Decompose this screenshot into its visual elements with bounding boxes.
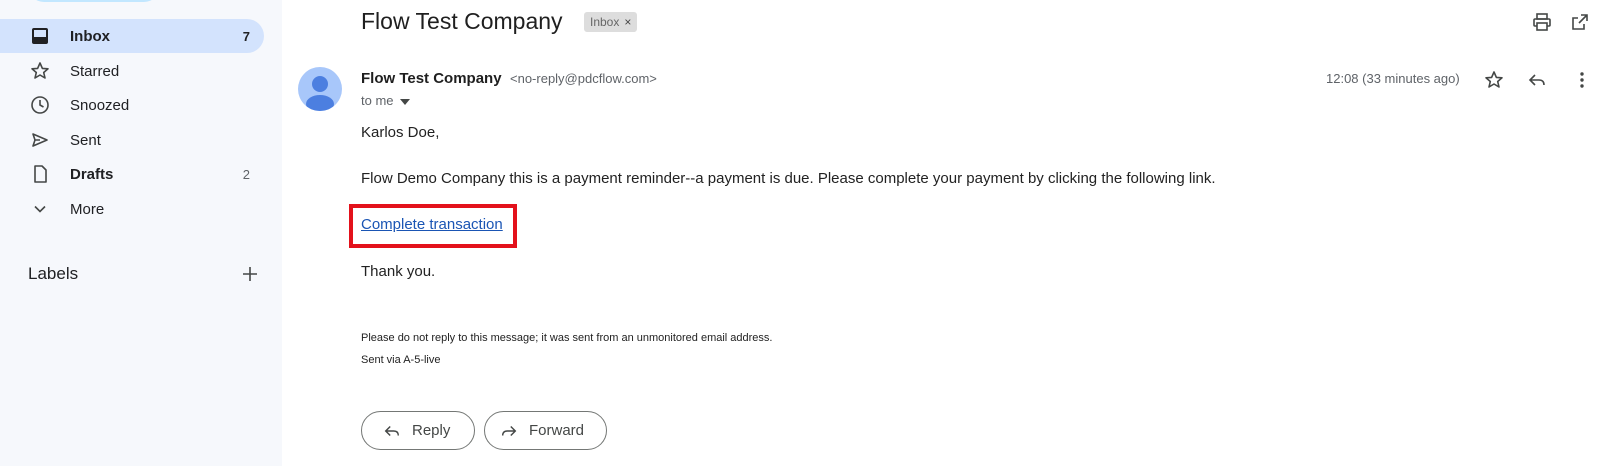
plus-icon[interactable] <box>240 264 260 284</box>
reply-icon <box>382 421 402 441</box>
complete-transaction-link[interactable]: Complete transaction <box>361 216 503 233</box>
recipient-label: to me <box>361 93 394 108</box>
email-footer-sent-via: Sent via A-5-live <box>361 354 441 366</box>
sidebar-item-label: Starred <box>70 62 120 80</box>
draft-count: 2 <box>242 166 250 182</box>
sidebar-item-starred[interactable]: Starred <box>0 54 264 88</box>
send-icon <box>30 130 50 150</box>
sender-name: Flow Test Company <box>361 70 502 87</box>
timestamp: 12:08 (33 minutes ago) <box>1326 71 1460 86</box>
email-paragraph: Flow Demo Company this is a payment remi… <box>361 170 1216 187</box>
sidebar: Inbox 7 Starred Snoozed Sent Drafts 2 Mo… <box>0 0 282 466</box>
labels-section: Labels <box>28 262 260 286</box>
sidebar-item-label: Snoozed <box>70 96 130 114</box>
labels-title: Labels <box>28 264 79 283</box>
inbox-icon <box>30 26 50 46</box>
avatar[interactable] <box>298 67 342 111</box>
compose-button[interactable] <box>28 0 160 2</box>
forward-icon <box>499 421 519 441</box>
star-icon[interactable] <box>1482 68 1506 92</box>
sidebar-item-drafts[interactable]: Drafts 2 <box>0 157 264 191</box>
star-icon <box>30 61 50 81</box>
unread-count: 7 <box>242 28 250 44</box>
more-options-icon[interactable] <box>1570 68 1594 92</box>
recipient-details[interactable]: to me <box>361 93 410 108</box>
sender-email: <no-reply@pdcflow.com> <box>510 71 657 86</box>
draft-icon <box>30 164 50 184</box>
reply-button-label: Reply <box>412 422 451 439</box>
caret-down-icon[interactable] <box>399 93 410 108</box>
remove-label-icon[interactable]: × <box>624 15 631 29</box>
sidebar-item-inbox[interactable]: Inbox 7 <box>0 19 264 53</box>
clock-icon <box>30 95 50 115</box>
reply-icon[interactable] <box>1525 68 1549 92</box>
email-closing: Thank you. <box>361 263 436 280</box>
inbox-label-chip: Inbox × <box>584 12 638 32</box>
open-in-new-window-icon[interactable] <box>1568 10 1592 34</box>
sidebar-item-more[interactable]: More <box>0 192 264 226</box>
forward-button-label: Forward <box>529 422 585 439</box>
sidebar-item-sent[interactable]: Sent <box>0 123 264 157</box>
sidebar-item-snoozed[interactable]: Snoozed <box>0 88 264 122</box>
chip-label: Inbox <box>590 15 620 29</box>
print-icon[interactable] <box>1530 10 1554 34</box>
reply-button[interactable]: Reply <box>361 411 475 450</box>
email-greeting: Karlos Doe, <box>361 124 440 141</box>
email-footer-notice: Please do not reply to this message; it … <box>361 332 773 344</box>
sidebar-item-label: More <box>70 200 105 218</box>
sidebar-item-label: Sent <box>70 131 101 149</box>
sidebar-item-label: Inbox <box>70 27 110 45</box>
email-subject: Flow Test Company <box>361 8 563 34</box>
chevron-down-icon <box>30 199 50 219</box>
forward-button[interactable]: Forward <box>484 411 607 450</box>
sidebar-item-label: Drafts <box>70 165 114 183</box>
